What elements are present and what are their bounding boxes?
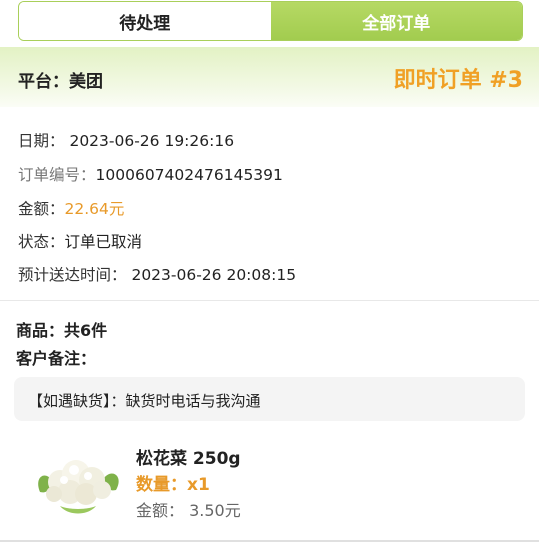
amount-label: 金额：	[18, 200, 65, 218]
goods-label: 商品：	[16, 321, 65, 340]
order-type-badge: 即时订单 #3	[394, 62, 523, 94]
date-row: 日期： 2023-06-26 19:26:16	[18, 129, 234, 151]
date-value: 2023-06-26 19:26:16	[69, 132, 235, 150]
tab-all-orders[interactable]: 全部订单	[270, 2, 522, 40]
goods-count: 商品：共6件	[16, 317, 107, 341]
tab-all-orders-label: 全部订单	[362, 13, 431, 34]
status-row: 状态：订单已取消	[18, 230, 142, 252]
status-label: 状态：	[18, 233, 65, 251]
amount-value: 22.64元	[64, 200, 125, 218]
platform-name: 平台：美团	[18, 67, 103, 92]
section-divider	[0, 300, 539, 301]
eta-row: 预计送达时间： 2023-06-26 20:08:15	[18, 263, 296, 285]
eta-value: 2023-06-26 20:08:15	[131, 266, 297, 284]
platform-label: 平台：	[18, 72, 69, 92]
order-type-label: 即时订单	[393, 68, 482, 93]
eta-label: 预计送达时间：	[18, 266, 127, 284]
order-number-row: 订单编号：1000607402476145391	[18, 163, 283, 185]
product-price-label: 金额：	[136, 501, 185, 520]
customer-note-box: 【如遇缺货】：缺货时电话与我沟通	[14, 377, 525, 421]
cauliflower-image	[30, 440, 126, 518]
goods-value: 共6件	[64, 321, 108, 340]
date-label: 日期：	[18, 132, 65, 150]
product-quantity: 数量：x1	[136, 470, 210, 495]
platform-value: 美团	[69, 72, 103, 92]
customer-note-title: 客户备注：	[16, 349, 97, 368]
product-price-value: 3.50元	[189, 501, 241, 520]
product-item[interactable]: 松花菜 250g 数量：x1 金额： 3.50元	[0, 430, 539, 543]
customer-note-text: 【如遇缺货】：缺货时电话与我沟通	[28, 392, 261, 410]
product-quantity-value: x1	[187, 475, 210, 495]
product-price: 金额： 3.50元	[136, 497, 241, 521]
tab-pending-label: 待处理	[119, 13, 171, 34]
amount-row: 金额：22.64元	[18, 197, 124, 219]
product-name: 松花菜 250g	[136, 449, 241, 469]
status-value: 订单已取消	[64, 233, 143, 251]
order-number-label: 订单编号：	[18, 166, 96, 184]
platform-header: 平台：美团 即时订单 #3	[0, 47, 539, 107]
product-quantity-label: 数量：	[136, 475, 187, 495]
order-number-value: 1000607402476145391	[95, 166, 283, 184]
order-info: 日期： 2023-06-26 19:26:16 订单编号：10006074024…	[0, 107, 539, 300]
order-number: #3	[489, 68, 523, 93]
tab-pending[interactable]: 待处理	[19, 2, 271, 40]
order-tabs: 待处理 全部订单	[18, 1, 523, 41]
bottom-divider	[0, 540, 539, 542]
